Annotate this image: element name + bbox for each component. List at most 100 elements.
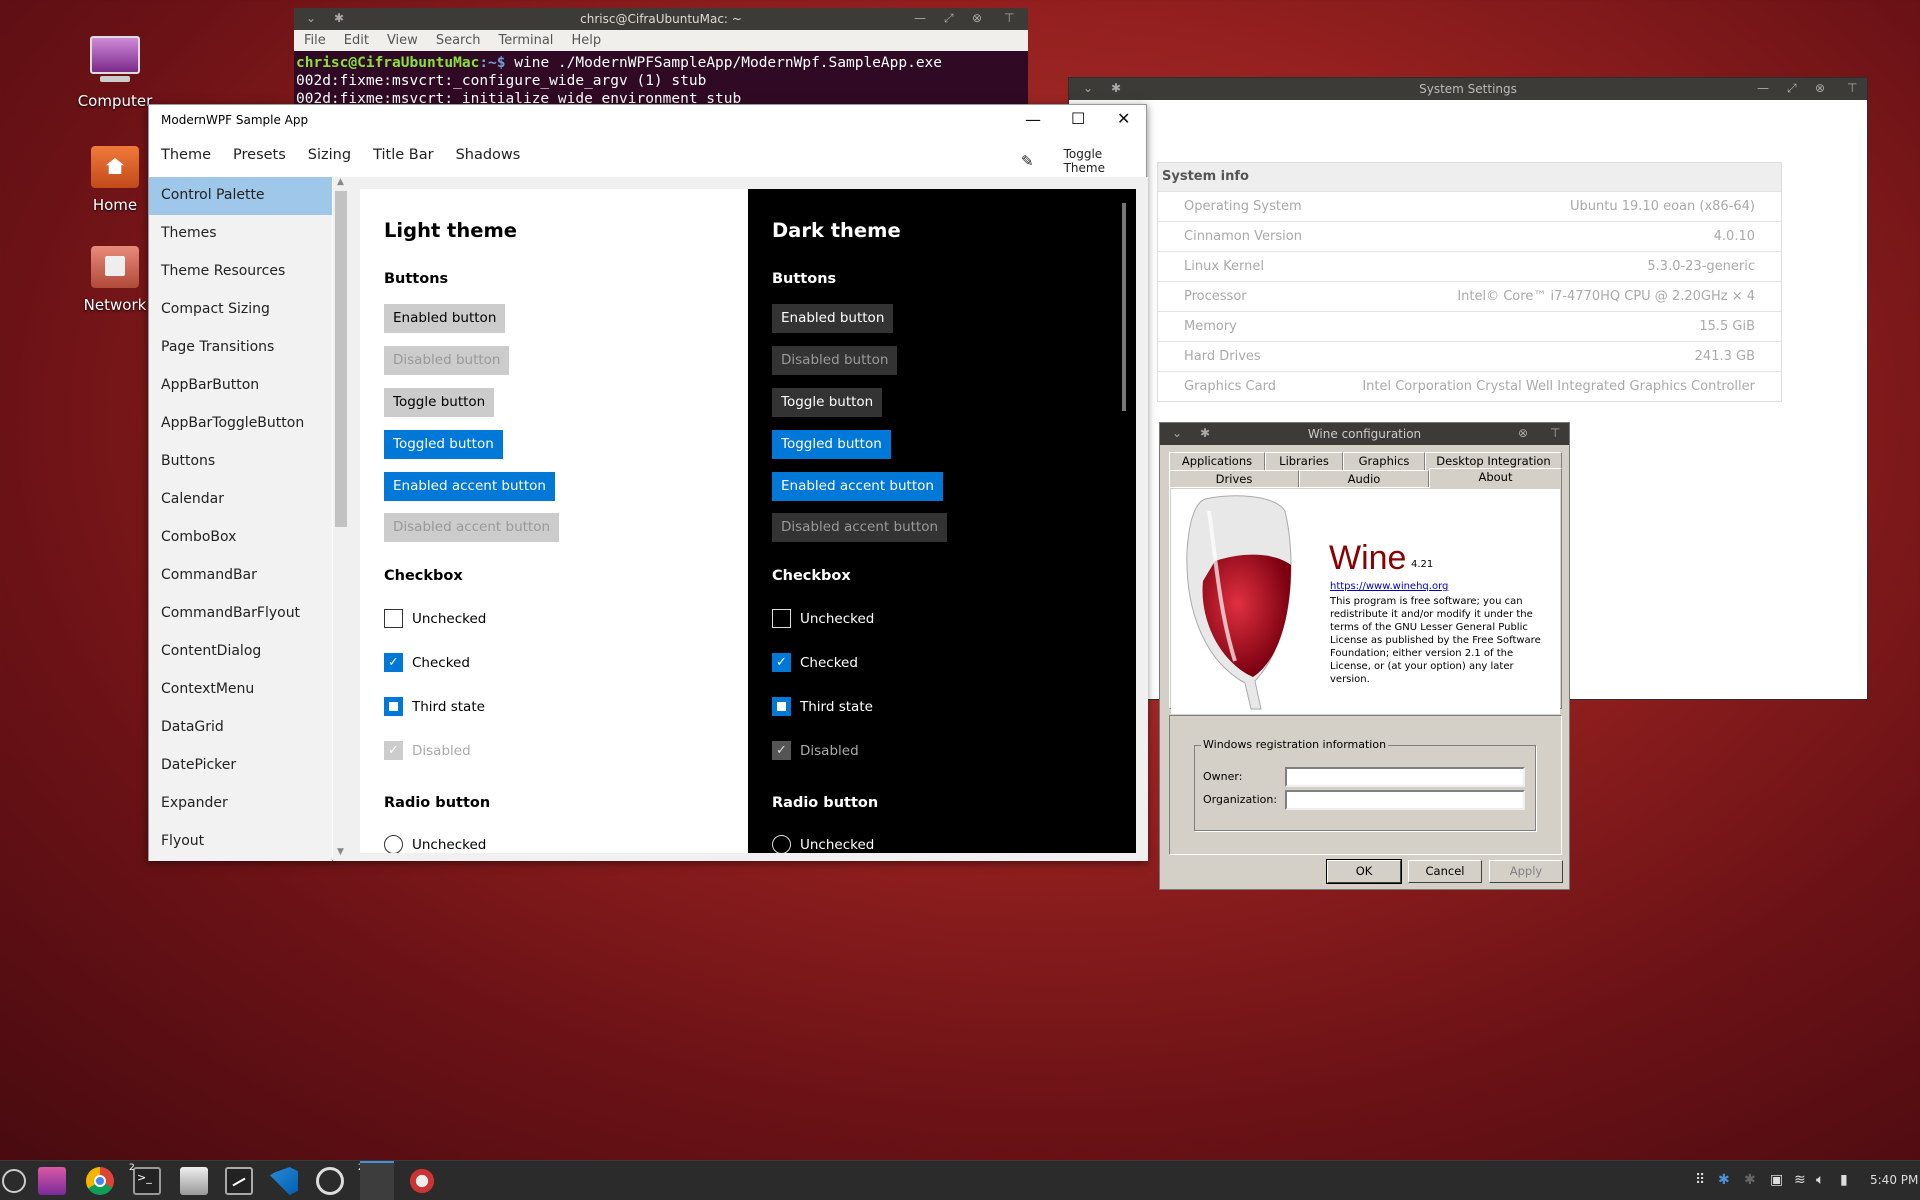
checkbox-third-state[interactable]: Third state: [772, 697, 873, 716]
tab-drives[interactable]: Drives: [1169, 470, 1299, 488]
nav-item[interactable]: Themes: [149, 215, 332, 253]
chrome-icon[interactable]: [86, 1167, 114, 1195]
app-titlebar[interactable]: ModernWPF Sample App — ☐ ✕: [149, 105, 1146, 135]
terminal-output[interactable]: chrisc@CifraUbuntuMac:~$ wine ./ModernWP…: [294, 51, 1028, 108]
shade-icon[interactable]: ⊤: [1847, 81, 1857, 95]
bluetooth-icon[interactable]: ✱: [1718, 1172, 1730, 1188]
tab-libraries[interactable]: Libraries: [1265, 452, 1343, 470]
minimize-icon[interactable]: —: [1025, 110, 1041, 129]
desktop-icon-computer[interactable]: Computer: [65, 36, 165, 110]
menu-help[interactable]: Help: [571, 33, 601, 48]
menu-presets[interactable]: Presets: [233, 147, 286, 163]
disabled-button[interactable]: Disabled button: [772, 346, 898, 375]
terminal-titlebar[interactable]: ⌄ ✱ chrisc@CifraUbuntuMac: ~ — ⤢ ⊗ ⊤: [294, 8, 1028, 30]
menu-file[interactable]: File: [304, 33, 326, 48]
bluetooth-off-icon[interactable]: ✱: [1744, 1172, 1756, 1188]
pin-icon[interactable]: ✱: [1111, 81, 1121, 95]
display-icon[interactable]: ▣: [1770, 1172, 1783, 1188]
toggled-button[interactable]: Toggled button: [772, 430, 891, 459]
clock[interactable]: 5:40 PM: [1870, 1173, 1918, 1187]
system-settings-titlebar[interactable]: ⌄ ✱ System Settings — ⤢ ⊗ ⊤: [1069, 78, 1867, 100]
tab-about[interactable]: About: [1429, 468, 1562, 488]
content-scroll-thumb[interactable]: [1122, 203, 1126, 411]
shade-icon[interactable]: ⊤: [1004, 11, 1014, 25]
tab-audio[interactable]: Audio: [1299, 470, 1429, 488]
window-menu-icon[interactable]: ⌄: [306, 11, 316, 25]
nav-item[interactable]: Compact Sizing: [149, 291, 332, 329]
nav-item[interactable]: Calendar: [149, 481, 332, 519]
wine-app-icon[interactable]: [408, 1167, 436, 1195]
nav-item[interactable]: CommandBar: [149, 557, 332, 595]
checkbox-checked[interactable]: ✓ Checked: [772, 653, 858, 672]
menu-shadows[interactable]: Shadows: [456, 147, 521, 163]
file-manager-icon[interactable]: [180, 1167, 208, 1195]
system-monitor-icon[interactable]: [225, 1167, 253, 1195]
nav-item[interactable]: Control Palette: [149, 177, 332, 215]
window-menu-icon[interactable]: ⌄: [1172, 426, 1182, 440]
volume-icon[interactable]: 🔈︎: [1816, 1172, 1824, 1188]
nav-item[interactable]: ContentDialog: [149, 633, 332, 671]
nav-item[interactable]: Buttons: [149, 443, 332, 481]
radio-unchecked[interactable]: Unchecked: [384, 835, 486, 853]
nav-item[interactable]: AppBarButton: [149, 367, 332, 405]
organization-field[interactable]: [1285, 790, 1525, 810]
pin-icon[interactable]: ✱: [334, 11, 344, 25]
toggle-theme-button[interactable]: ✎ Toggle Theme: [1021, 147, 1146, 175]
nav-item[interactable]: CommandBarFlyout: [149, 595, 332, 633]
checkbox-unchecked[interactable]: Unchecked: [772, 609, 874, 628]
close-icon[interactable]: ⊗: [1815, 81, 1825, 95]
pin-icon[interactable]: ✱: [1200, 426, 1210, 440]
wine-config-window[interactable]: ⌄ ✱ Wine configuration ⊗ ⊤ Applications …: [1159, 422, 1570, 890]
nav-item[interactable]: AppBarToggleButton: [149, 405, 332, 443]
nav-item[interactable]: Expander: [149, 785, 332, 823]
menu-edit[interactable]: Edit: [344, 33, 369, 48]
nav-item[interactable]: DatePicker: [149, 747, 332, 785]
checkbox-third-state[interactable]: Third state: [384, 697, 485, 716]
checkbox-disabled[interactable]: ✓ Disabled: [384, 741, 471, 760]
close-icon[interactable]: ⊗: [972, 11, 982, 25]
maximize-icon[interactable]: ☐: [1071, 109, 1085, 128]
nav-item[interactable]: ComboBox: [149, 519, 332, 557]
close-icon[interactable]: ✕: [1117, 109, 1130, 128]
nav-item[interactable]: Page Transitions: [149, 329, 332, 367]
scroll-up-icon[interactable]: ▲: [337, 177, 344, 187]
enabled-accent-button[interactable]: Enabled accent button: [384, 472, 555, 501]
wine-titlebar[interactable]: ⌄ ✱ Wine configuration ⊗ ⊤: [1160, 423, 1569, 445]
minimize-icon[interactable]: —: [914, 11, 926, 25]
tab-applications[interactable]: Applications: [1169, 452, 1265, 470]
enabled-button[interactable]: Enabled button: [384, 304, 506, 333]
disabled-accent-button[interactable]: Disabled accent button: [772, 513, 948, 542]
nav-item[interactable]: ContextMenu: [149, 671, 332, 709]
wifi-icon[interactable]: ≋: [1794, 1172, 1806, 1188]
toggle-button[interactable]: Toggle button: [772, 388, 883, 417]
nav-item[interactable]: DataGrid: [149, 709, 332, 747]
battery-icon[interactable]: ▮: [1840, 1172, 1848, 1188]
menu-sizing[interactable]: Sizing: [308, 147, 351, 163]
terminal-window[interactable]: ⌄ ✱ chrisc@CifraUbuntuMac: ~ — ⤢ ⊗ ⊤ Fil…: [294, 8, 1028, 108]
disabled-button[interactable]: Disabled button: [384, 346, 510, 375]
shade-icon[interactable]: ⊤: [1550, 426, 1560, 440]
disabled-accent-button[interactable]: Disabled accent button: [384, 513, 560, 542]
ok-button[interactable]: OK: [1326, 859, 1402, 884]
modernwpf-window[interactable]: ModernWPF Sample App — ☐ ✕ Theme Presets…: [148, 104, 1148, 861]
nav-scrollbar[interactable]: ▲ ▼: [333, 177, 349, 861]
nav-item[interactable]: Flyout: [149, 823, 332, 861]
menu-title-bar[interactable]: Title Bar: [373, 147, 433, 163]
minimize-icon[interactable]: —: [1757, 81, 1769, 95]
window-menu-icon[interactable]: ⌄: [1083, 81, 1093, 95]
menu-search[interactable]: Search: [436, 33, 481, 48]
apply-button[interactable]: Apply: [1489, 860, 1563, 883]
close-icon[interactable]: ⊗: [1518, 426, 1528, 440]
show-desktop-icon[interactable]: [38, 1167, 66, 1195]
maximize-icon[interactable]: ⤢: [1787, 81, 1797, 96]
scroll-thumb[interactable]: [335, 191, 347, 527]
enabled-button[interactable]: Enabled button: [772, 304, 894, 333]
active-task-highlight[interactable]: [360, 1161, 394, 1200]
terminal-icon[interactable]: >_: [133, 1167, 161, 1195]
cancel-button[interactable]: Cancel: [1408, 860, 1482, 883]
checkbox-unchecked[interactable]: Unchecked: [384, 609, 486, 628]
owner-field[interactable]: [1285, 767, 1525, 787]
menu-terminal[interactable]: Terminal: [498, 33, 553, 48]
wine-url-link[interactable]: https://www.winehq.org: [1330, 581, 1448, 592]
maximize-icon[interactable]: ⤢: [944, 11, 954, 26]
